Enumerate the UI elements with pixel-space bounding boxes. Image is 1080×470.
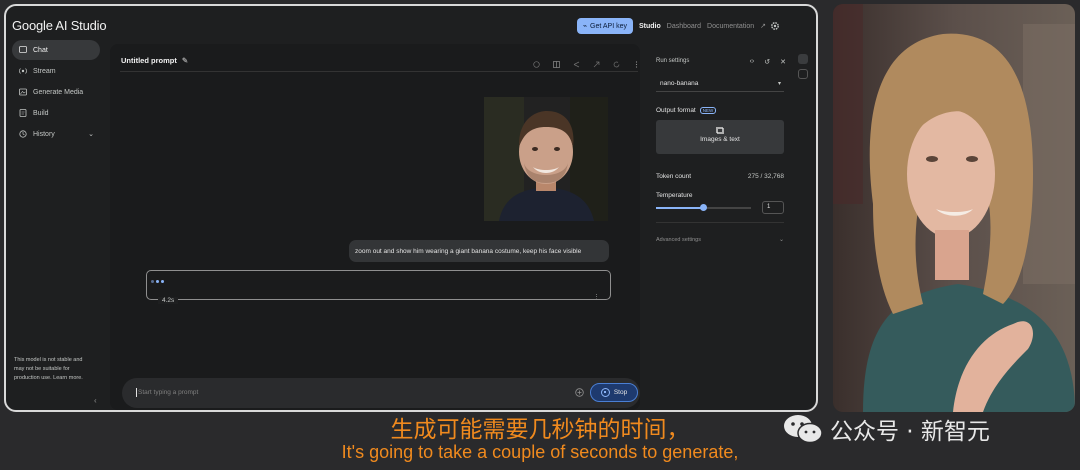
loading-dots-icon bbox=[151, 280, 164, 283]
sidebar-item-chat[interactable]: Chat bbox=[12, 40, 100, 60]
token-count-label: Token count bbox=[656, 173, 692, 180]
reset-icon[interactable]: ↺ bbox=[764, 58, 770, 66]
sidebar-item-generate-media[interactable]: Generate Media bbox=[12, 82, 100, 102]
compare-icon[interactable] bbox=[553, 55, 560, 68]
chevron-down-icon: ▾ bbox=[777, 81, 781, 87]
temperature-slider-knob[interactable] bbox=[700, 204, 707, 211]
wechat-logo-icon bbox=[784, 415, 823, 444]
branch-icon[interactable] bbox=[593, 55, 600, 68]
output-format-option[interactable]: Images & text bbox=[656, 120, 784, 154]
model-stability-note: This model is not stable and may not be … bbox=[14, 357, 83, 381]
watermark-text: 公众号 · 新智元 bbox=[830, 419, 990, 445]
ai-studio-window: Google AI Studio ⌁ Get API key Studio Da… bbox=[4, 4, 818, 412]
output-format-value: Images & text bbox=[700, 136, 740, 143]
chevron-down-icon[interactable]: ⌄ bbox=[779, 236, 784, 243]
prompt-input-placeholder[interactable]: Start typing a prompt bbox=[138, 389, 198, 396]
model-response-box: ⋮ bbox=[146, 270, 611, 301]
settings-gear-icon[interactable] bbox=[770, 21, 780, 31]
chat-panel: Untitled prompt ✎ zoom out and show him … bbox=[110, 44, 640, 410]
get-api-key-label: Get API key bbox=[590, 22, 627, 30]
output-format-text: Output format bbox=[656, 107, 696, 114]
sidebar-item-stream[interactable]: Stream bbox=[12, 61, 100, 81]
keyboard-icon[interactable] bbox=[798, 69, 808, 79]
prompt-title: Untitled prompt ✎ bbox=[121, 56, 188, 65]
presenter-image bbox=[833, 4, 1075, 412]
temperature-input[interactable]: 1 bbox=[762, 201, 784, 214]
nav-dashboard[interactable]: Dashboard bbox=[667, 23, 701, 30]
collapse-sidebar-icon[interactable]: ‹ bbox=[94, 396, 97, 405]
temperature-slider-fill bbox=[656, 207, 704, 209]
stop-button[interactable]: Stop bbox=[590, 383, 638, 402]
model-selector[interactable]: nano-banana ▾ bbox=[656, 76, 784, 92]
new-badge: NEW bbox=[699, 107, 717, 114]
sidebar-item-label: Chat bbox=[33, 46, 48, 54]
history-icon bbox=[19, 130, 27, 138]
get-api-key-button[interactable]: ⌁ Get API key bbox=[576, 18, 633, 34]
chevron-down-icon[interactable]: ⌄ bbox=[88, 130, 94, 138]
share-icon[interactable] bbox=[573, 55, 580, 68]
webcam-feed-image bbox=[833, 4, 1075, 412]
prompt-input-bar[interactable]: Start typing a prompt Stop bbox=[122, 378, 640, 408]
close-icon[interactable]: ✕ bbox=[780, 58, 786, 66]
text-caret bbox=[136, 388, 137, 397]
refresh-icon[interactable] bbox=[613, 55, 620, 68]
temperature-slider[interactable] bbox=[656, 204, 751, 211]
run-settings-title: Run settings bbox=[656, 58, 690, 64]
edit-pencil-icon[interactable]: ✎ bbox=[182, 56, 188, 65]
portrait-image bbox=[484, 97, 608, 221]
images-icon bbox=[716, 127, 724, 134]
timer-icon[interactable] bbox=[533, 55, 540, 68]
sidebar-item-label: Stream bbox=[33, 67, 56, 75]
top-nav: ⌁ Get API key Studio Dashboard Documenta… bbox=[576, 18, 786, 34]
right-rail bbox=[798, 54, 814, 84]
brand-logo: Google AI Studio bbox=[12, 18, 107, 33]
sidebar-item-label: Generate Media bbox=[33, 88, 84, 96]
uploaded-portrait-image[interactable] bbox=[484, 97, 608, 221]
sidebar: Chat Stream Generate Media Build History… bbox=[6, 40, 106, 410]
title-divider bbox=[120, 71, 638, 72]
wechat-watermark: 公众号 · 新智元 bbox=[782, 412, 990, 446]
run-settings-actions: ‹› ↺ ✕ bbox=[750, 58, 786, 66]
temperature-label: Temperature bbox=[656, 192, 693, 199]
generation-timer: 4.2s bbox=[158, 297, 179, 304]
prompt-toolbar bbox=[533, 55, 640, 68]
user-message-text: zoom out and show him wearing a giant ba… bbox=[355, 247, 582, 255]
external-link-icon: ↗ bbox=[760, 23, 766, 30]
run-settings-panel: Run settings ‹› ↺ ✕ nano-banana ▾ Output… bbox=[650, 50, 792, 408]
stream-icon bbox=[19, 68, 27, 74]
nav-documentation[interactable]: Documentation bbox=[707, 23, 754, 30]
sidebar-item-label: History bbox=[33, 130, 55, 138]
more-options-icon[interactable] bbox=[633, 55, 640, 68]
output-format-label: Output format NEW bbox=[656, 107, 717, 114]
stop-label: Stop bbox=[613, 389, 628, 396]
advanced-settings-toggle[interactable]: Advanced settings bbox=[656, 237, 701, 243]
code-icon[interactable]: ‹› bbox=[750, 58, 755, 66]
prompt-title-text[interactable]: Untitled prompt bbox=[121, 56, 177, 65]
token-count-value: 275 / 32,768 bbox=[747, 173, 784, 180]
model-name: nano-banana bbox=[660, 80, 699, 87]
sidebar-item-build[interactable]: Build bbox=[12, 103, 100, 123]
chat-icon bbox=[19, 46, 27, 53]
key-icon: ⌁ bbox=[582, 23, 588, 30]
add-media-icon[interactable] bbox=[575, 388, 584, 397]
sidebar-item-history[interactable]: History ⌄ bbox=[12, 124, 100, 144]
tune-icon[interactable] bbox=[798, 54, 808, 64]
response-more-icon[interactable]: ⋮ bbox=[593, 293, 600, 301]
settings-divider bbox=[656, 222, 784, 223]
build-icon bbox=[19, 109, 27, 117]
sidebar-item-label: Build bbox=[33, 109, 49, 117]
nav-studio[interactable]: Studio bbox=[639, 23, 661, 30]
media-icon bbox=[19, 88, 27, 96]
user-message-bubble: zoom out and show him wearing a giant ba… bbox=[349, 240, 609, 262]
stop-icon bbox=[600, 388, 610, 397]
